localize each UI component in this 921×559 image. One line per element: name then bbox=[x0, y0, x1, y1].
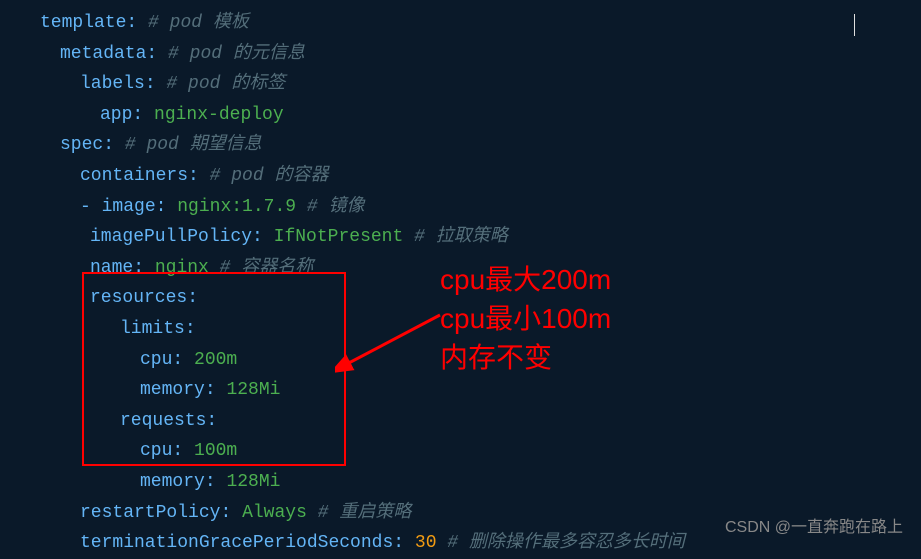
yaml-comment: # 删除操作最多容忍多长时间 bbox=[447, 533, 685, 553]
code-line: memory: 128Mi bbox=[20, 467, 921, 498]
yaml-key: cpu bbox=[140, 441, 172, 461]
yaml-value: 200m bbox=[194, 350, 237, 370]
yaml-value: 128Mi bbox=[226, 472, 280, 492]
yaml-key: app bbox=[100, 105, 132, 125]
yaml-value: 30 bbox=[415, 533, 437, 553]
yaml-comment: # pod 的容器 bbox=[210, 166, 329, 186]
code-line: memory: 128Mi bbox=[20, 375, 921, 406]
yaml-key: terminationGracePeriodSeconds bbox=[80, 533, 393, 553]
yaml-comment: # pod 期望信息 bbox=[125, 135, 262, 155]
annotation-line-3: 内存不变 bbox=[440, 338, 611, 377]
yaml-value: Always bbox=[242, 503, 307, 523]
yaml-key: requests bbox=[120, 411, 206, 431]
yaml-key: containers bbox=[80, 166, 188, 186]
yaml-comment: # 拉取策略 bbox=[414, 227, 508, 247]
yaml-comment: # 重启策略 bbox=[318, 503, 412, 523]
yaml-key: image bbox=[102, 197, 156, 217]
yaml-key: memory bbox=[140, 380, 205, 400]
watermark: CSDN @一直奔跑在路上 bbox=[725, 514, 903, 541]
code-line: - image: nginx:1.7.9 # 镜像 bbox=[20, 192, 921, 223]
yaml-key: memory bbox=[140, 472, 205, 492]
code-line: containers: # pod 的容器 bbox=[20, 161, 921, 192]
annotation-line-2: cpu最小100m bbox=[440, 299, 611, 338]
code-line: metadata: # pod 的元信息 bbox=[20, 39, 921, 70]
code-line: labels: # pod 的标签 bbox=[20, 69, 921, 100]
code-line: cpu: 100m bbox=[20, 436, 921, 467]
code-line: imagePullPolicy: IfNotPresent # 拉取策略 bbox=[20, 222, 921, 253]
yaml-key: resources bbox=[90, 288, 187, 308]
yaml-key: imagePullPolicy bbox=[90, 227, 252, 247]
code-line: requests: bbox=[20, 406, 921, 437]
yaml-key: name bbox=[90, 258, 133, 278]
code-line: template: # pod 模板 bbox=[20, 8, 921, 39]
yaml-comment: # pod 模板 bbox=[148, 13, 249, 33]
yaml-key: labels bbox=[80, 74, 145, 94]
yaml-value: nginx:1.7.9 bbox=[177, 197, 296, 217]
yaml-key: limits bbox=[120, 319, 185, 339]
yaml-key: cpu bbox=[140, 350, 172, 370]
code-line: spec: # pod 期望信息 bbox=[20, 130, 921, 161]
yaml-key: template bbox=[40, 13, 126, 33]
yaml-comment: # pod 的元信息 bbox=[168, 44, 305, 64]
yaml-key: spec bbox=[60, 135, 103, 155]
text-cursor bbox=[854, 14, 855, 36]
yaml-value: IfNotPresent bbox=[274, 227, 404, 247]
yaml-value: nginx-deploy bbox=[154, 105, 284, 125]
yaml-key: metadata bbox=[60, 44, 146, 64]
code-line: app: nginx-deploy bbox=[20, 100, 921, 131]
annotation-text: cpu最大200m cpu最小100m 内存不变 bbox=[440, 260, 611, 378]
yaml-dash: - bbox=[80, 197, 102, 217]
annotation-line-1: cpu最大200m bbox=[440, 260, 611, 299]
yaml-comment: # pod 的标签 bbox=[166, 74, 285, 94]
yaml-comment: # 镜像 bbox=[307, 197, 365, 217]
yaml-key: restartPolicy bbox=[80, 503, 220, 523]
yaml-value: 100m bbox=[194, 441, 237, 461]
yaml-value: 128Mi bbox=[226, 380, 280, 400]
yaml-comment: # 容器名称 bbox=[220, 258, 314, 278]
yaml-value: nginx bbox=[155, 258, 209, 278]
